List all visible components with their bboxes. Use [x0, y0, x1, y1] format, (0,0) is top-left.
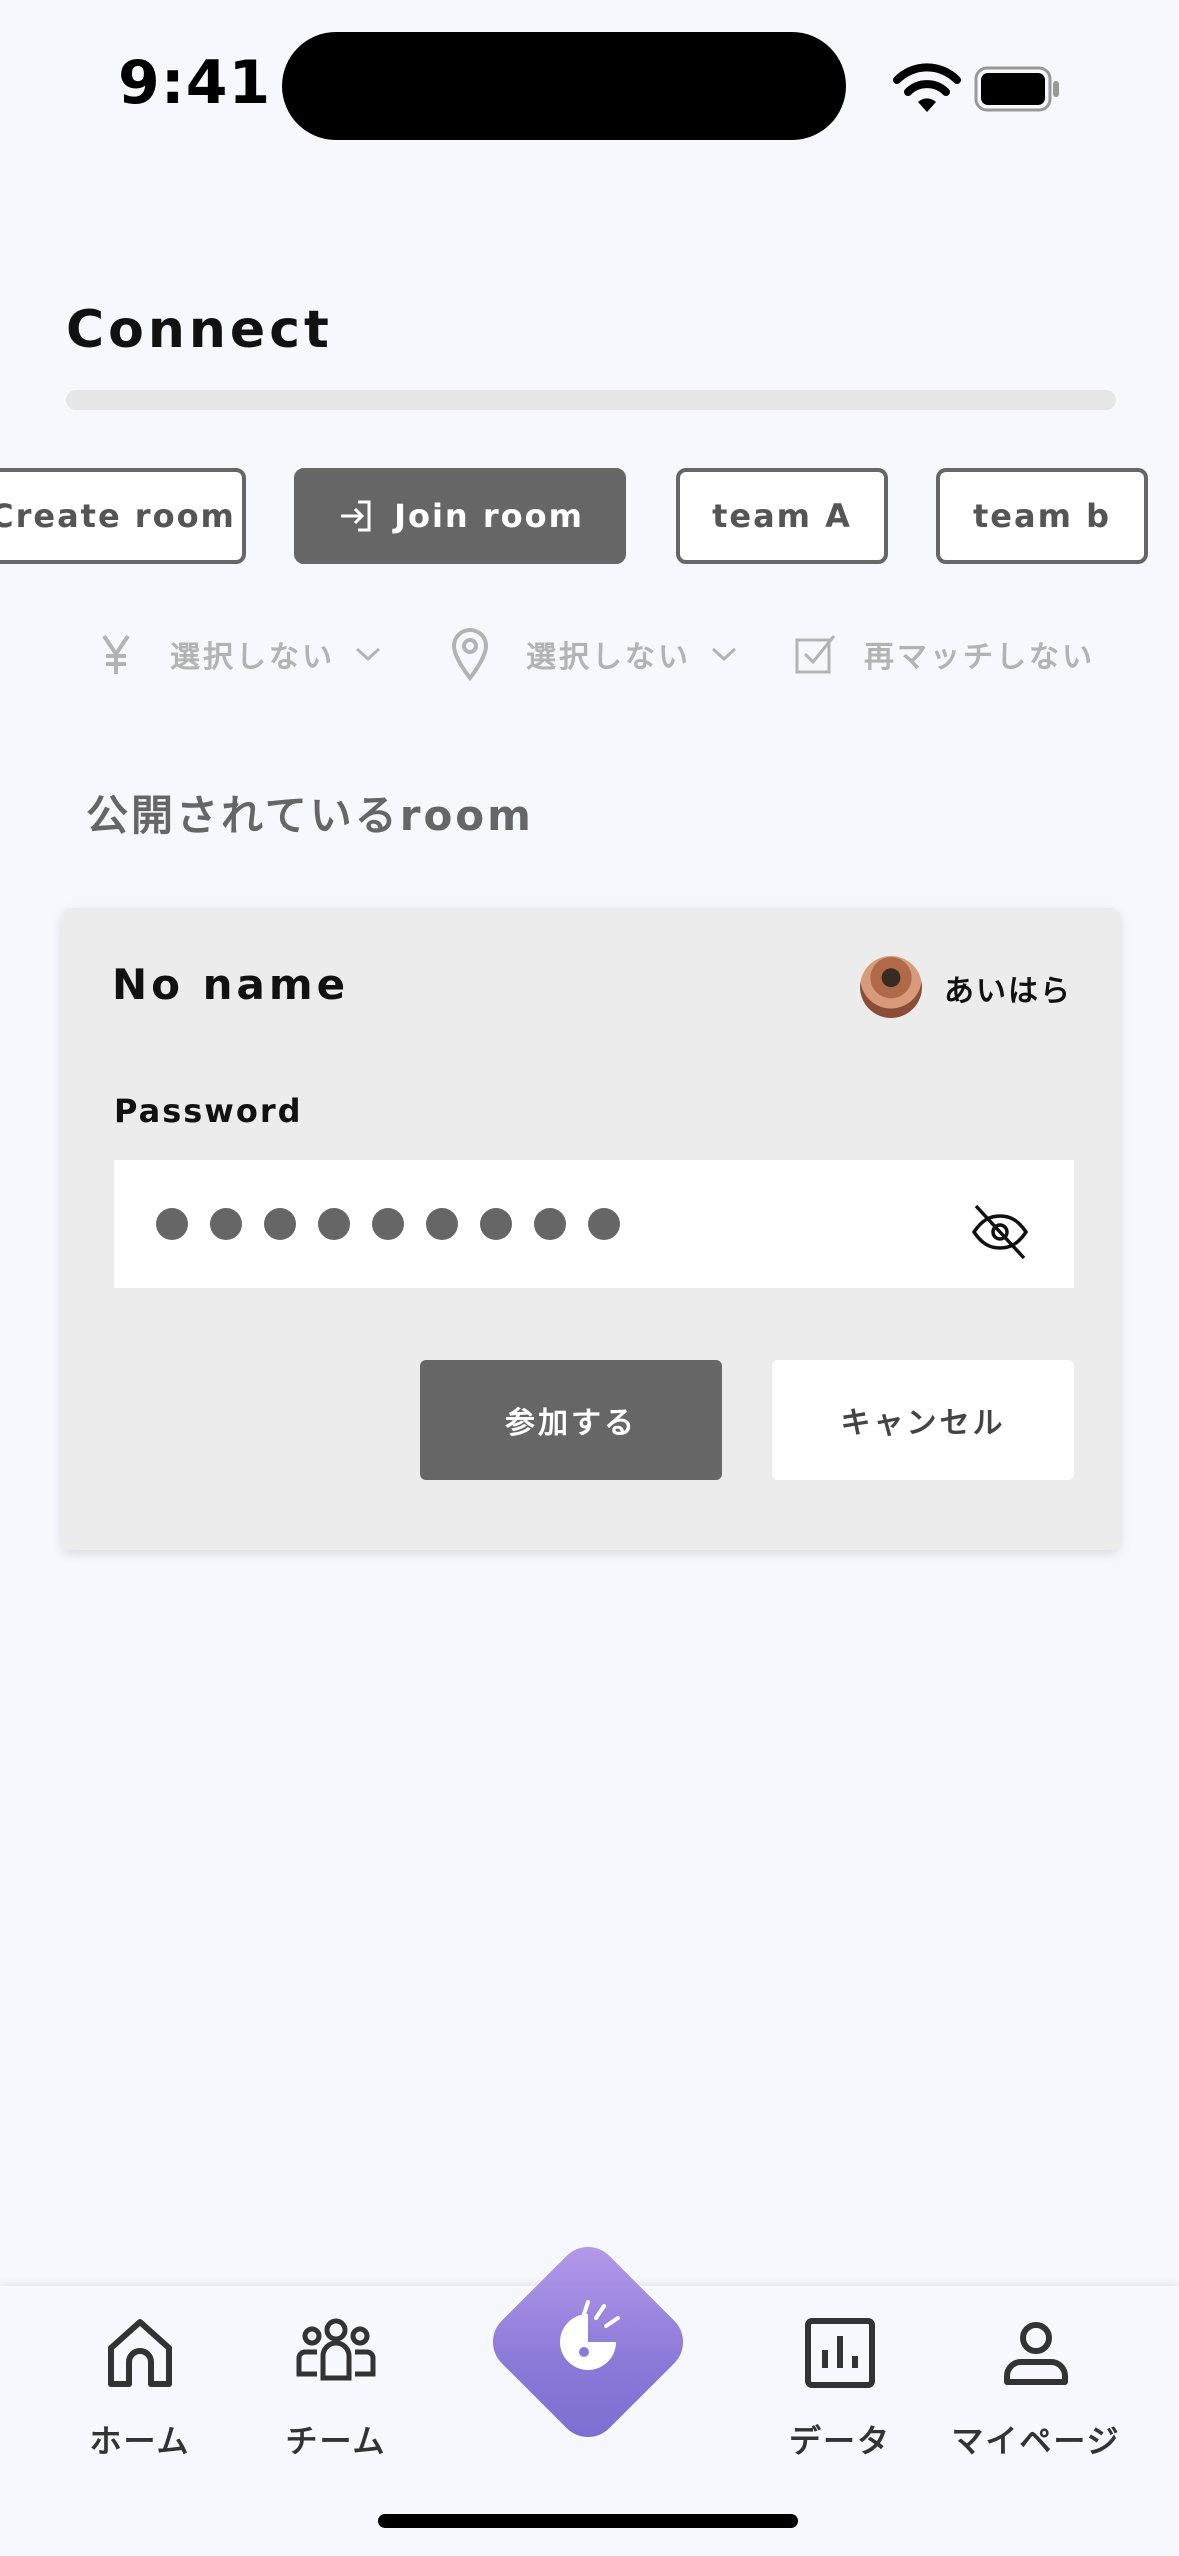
chevron-down-icon — [711, 647, 737, 662]
tab-join-room[interactable]: Join room — [294, 468, 626, 564]
home-indicator — [378, 2514, 798, 2528]
login-icon — [341, 500, 371, 532]
team-icon — [296, 2318, 376, 2381]
progress-bar — [66, 390, 1116, 410]
tab-team-b[interactable]: team b — [936, 468, 1148, 564]
nav-label: マイページ — [951, 2422, 1121, 2460]
yen-icon — [102, 634, 130, 674]
filter-label: 再マッチしない — [864, 640, 1095, 675]
nav-team[interactable]: チーム — [236, 2312, 436, 2462]
room-name: No name — [112, 960, 350, 1009]
tab-label: Create room — [0, 497, 236, 535]
location-pin-icon — [451, 628, 489, 682]
page-title: Connect — [66, 300, 333, 360]
status-time: 9:41 — [118, 48, 272, 118]
wifi-icon — [893, 63, 961, 112]
timer-icon — [560, 2300, 620, 2370]
tab-label: team A — [712, 497, 852, 535]
dynamic-island — [282, 32, 846, 140]
nav-label: データ — [788, 2422, 891, 2460]
filter-location[interactable]: 選択しない — [448, 626, 739, 682]
password-label: Password — [114, 1092, 303, 1130]
owner-name: あいはら — [944, 974, 1072, 1009]
tab-label: team b — [973, 497, 1111, 535]
section-title: 公開されているroom — [86, 791, 534, 840]
nav-data[interactable]: データ — [740, 2312, 940, 2462]
battery-icon — [974, 66, 1059, 112]
chevron-down-icon — [355, 647, 381, 662]
filter-label: 選択しない — [170, 640, 335, 675]
avatar — [860, 956, 922, 1018]
nav-label: ホーム — [89, 2422, 191, 2460]
password-mask — [156, 1208, 620, 1240]
nav-mypage[interactable]: マイページ — [936, 2312, 1136, 2462]
eye-off-icon[interactable] — [968, 1200, 1032, 1264]
nav-label: チーム — [285, 2422, 387, 2460]
tab-create-room[interactable]: Create room — [0, 468, 246, 564]
tab-label: Join room — [394, 497, 584, 535]
chart-icon — [805, 2318, 875, 2388]
join-button[interactable]: 参加する — [420, 1360, 722, 1480]
filter-price[interactable]: 選択しない — [96, 626, 383, 682]
tab-team-a[interactable]: team A — [676, 468, 888, 564]
filter-label: 選択しない — [526, 640, 691, 675]
nav-home[interactable]: ホーム — [40, 2312, 240, 2462]
checkbox-icon — [795, 635, 836, 674]
user-icon — [1004, 2322, 1068, 2385]
filter-rematch[interactable]: 再マッチしない — [792, 626, 1095, 682]
home-icon — [108, 2319, 172, 2387]
cancel-button[interactable]: キャンセル — [772, 1360, 1074, 1480]
